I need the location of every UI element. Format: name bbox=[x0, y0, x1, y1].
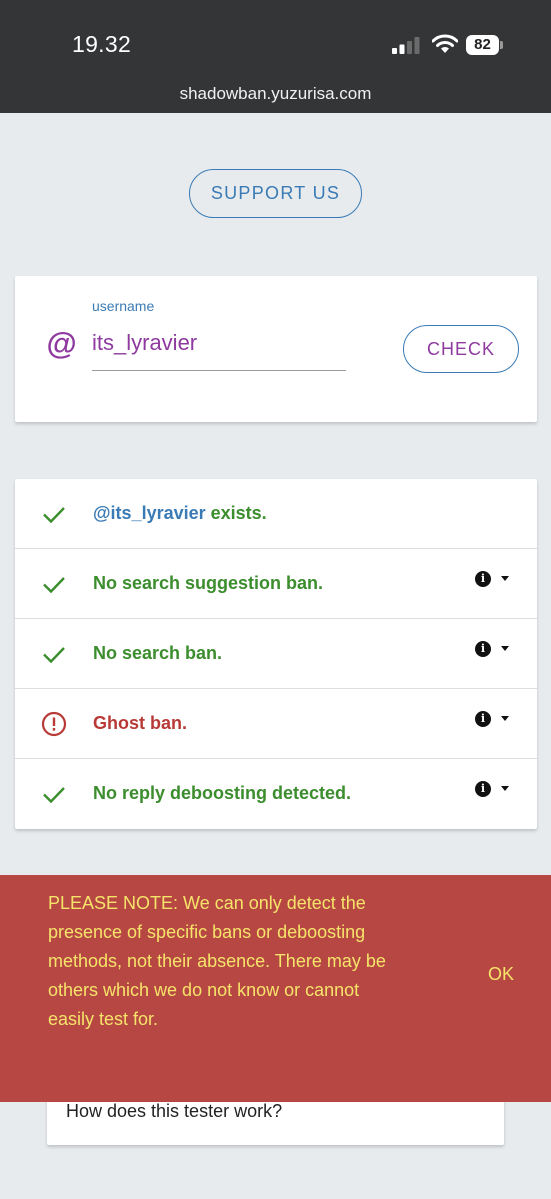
battery-tip bbox=[500, 41, 503, 49]
result-text: No search suggestion ban. bbox=[93, 573, 324, 593]
username-link[interactable]: @its_lyravier bbox=[93, 503, 206, 523]
result-row-reply-deboosting[interactable]: No reply deboosting detected. i bbox=[15, 759, 537, 829]
check-button[interactable]: CHECK bbox=[403, 325, 519, 373]
signal-icon bbox=[392, 37, 420, 54]
notice-snackbar: PLEASE NOTE: We can only detect the pres… bbox=[0, 875, 551, 1102]
username-form-card: @ username its_lyravier CHECK bbox=[15, 276, 537, 422]
result-text: @its_lyravier exists. bbox=[93, 503, 267, 523]
result-text: No reply deboosting detected. bbox=[93, 783, 352, 803]
support-us-button[interactable]: SUPPORT US bbox=[189, 169, 362, 218]
check-icon bbox=[43, 647, 65, 664]
username-label: username bbox=[92, 298, 155, 314]
alert-circle-icon bbox=[41, 711, 67, 737]
check-icon bbox=[43, 577, 65, 594]
notice-message: PLEASE NOTE: We can only detect the pres… bbox=[48, 893, 386, 1029]
how-it-works-title: How does this tester work? bbox=[66, 1101, 283, 1121]
caret-down-icon[interactable] bbox=[501, 646, 509, 651]
status-bar: 19.32 82 shadowban.yuzurisa.com bbox=[0, 0, 551, 113]
battery-level: 82 bbox=[466, 35, 499, 55]
username-input[interactable]: its_lyravier bbox=[92, 330, 197, 356]
battery-icon: 82 bbox=[466, 35, 504, 55]
info-icon[interactable]: i bbox=[475, 641, 491, 657]
result-text: Ghost ban. bbox=[93, 713, 187, 733]
result-text: No search ban. bbox=[93, 643, 223, 663]
results-card: @its_lyravier exists. No search suggesti… bbox=[15, 479, 537, 829]
info-icon[interactable]: i bbox=[475, 571, 491, 587]
check-icon bbox=[43, 507, 65, 524]
input-underline bbox=[92, 370, 346, 371]
result-row-search-suggestion-ban[interactable]: No search suggestion ban. i bbox=[15, 549, 537, 619]
wifi-icon bbox=[432, 34, 458, 53]
clock: 19.32 bbox=[72, 31, 132, 57]
caret-down-icon[interactable] bbox=[501, 716, 509, 721]
caret-down-icon[interactable] bbox=[501, 786, 509, 791]
address-bar-url[interactable]: shadowban.yuzurisa.com bbox=[0, 84, 551, 104]
at-icon: @ bbox=[46, 326, 77, 361]
info-icon[interactable]: i bbox=[475, 711, 491, 727]
result-row-search-ban[interactable]: No search ban. i bbox=[15, 619, 537, 689]
result-row-ghost-ban[interactable]: Ghost ban. i bbox=[15, 689, 537, 759]
caret-down-icon[interactable] bbox=[501, 576, 509, 581]
result-row-exists: @its_lyravier exists. bbox=[15, 479, 537, 549]
info-icon[interactable]: i bbox=[475, 781, 491, 797]
ok-button[interactable]: OK bbox=[488, 964, 514, 985]
check-icon bbox=[43, 787, 65, 804]
